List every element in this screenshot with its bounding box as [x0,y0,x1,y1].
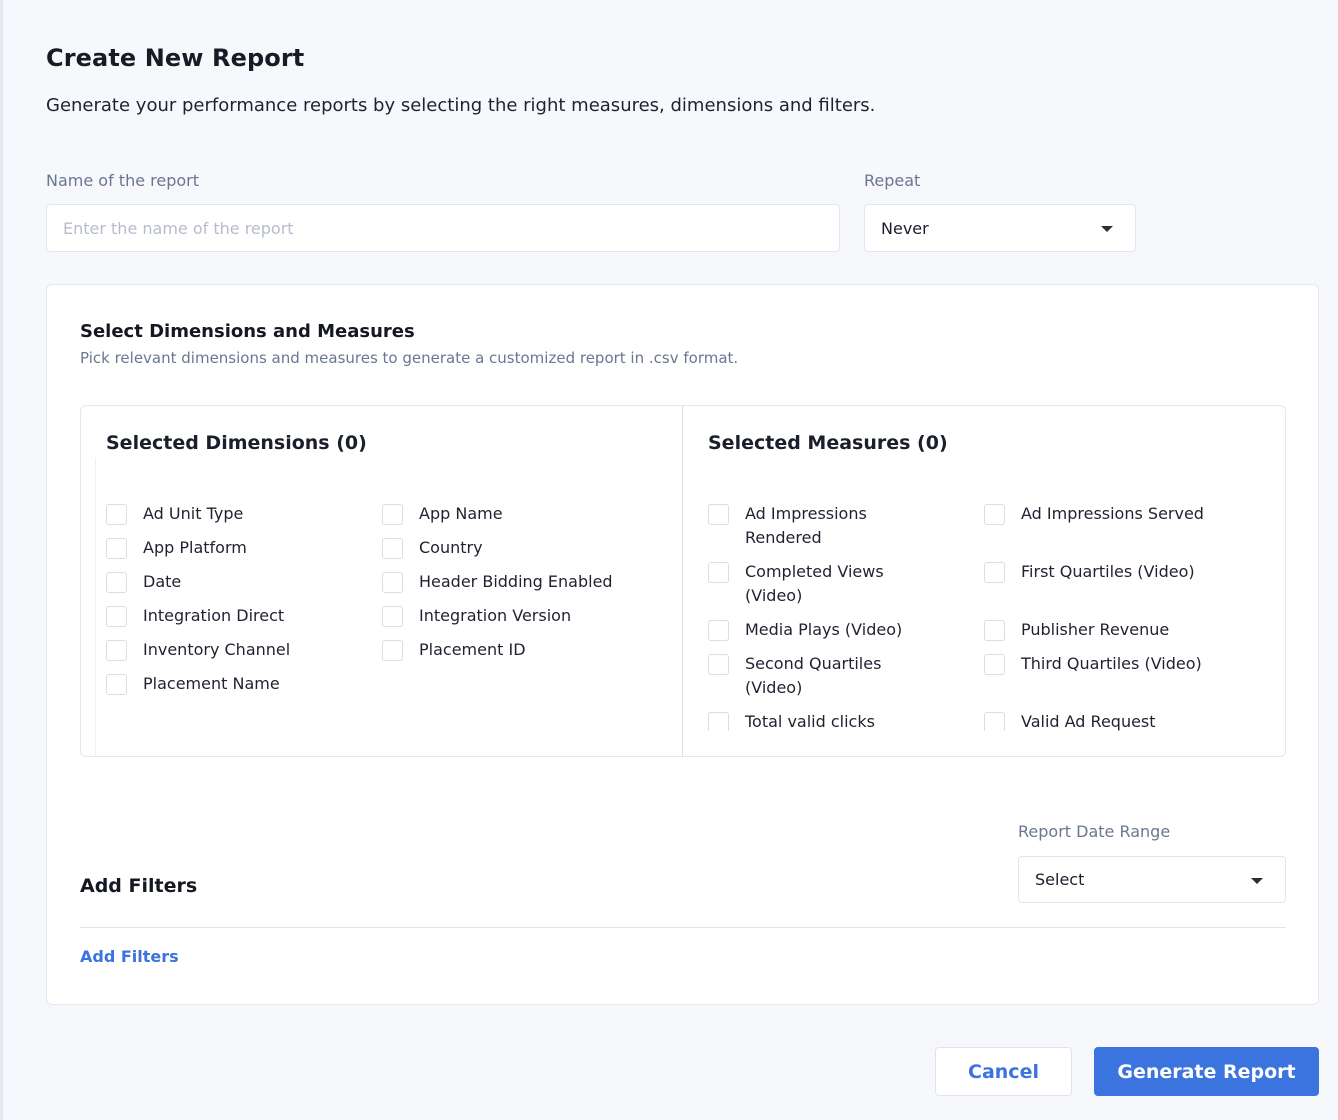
dimension-option[interactable]: Header Bidding Enabled [382,572,613,594]
chevron-down-icon [1251,878,1263,884]
dimension-option[interactable]: App Name [382,504,503,526]
filters-title: Add Filters [80,875,198,897]
selection-panel: Selected Dimensions (0) Ad Unit Type App… [80,405,1286,757]
option-label: Valid Ad Request [1021,712,1156,731]
dimension-option[interactable]: Inventory Channel [106,640,290,662]
option-label: Ad Unit Type [143,504,244,523]
chevron-down-icon [1101,226,1113,232]
report-name-label: Name of the report [46,171,200,190]
checkbox[interactable] [984,712,1005,731]
page-subtitle: Generate your performance reports by sel… [46,95,876,116]
option-label: Header Bidding Enabled [419,572,613,591]
checkbox[interactable] [984,654,1005,675]
repeat-label: Repeat [864,171,921,190]
option-label: Third Quartiles (Video) [1021,654,1202,673]
option-label: Date [143,572,182,591]
dimension-option[interactable]: Integration Direct [106,606,284,628]
option-label: Ad Impressions Served [1021,504,1204,523]
option-label: Country [419,538,483,557]
option-label: Completed Views (Video) [745,562,884,605]
date-range-label: Report Date Range [1018,822,1171,841]
checkbox[interactable] [382,538,403,559]
checkbox[interactable] [708,654,729,675]
checkbox[interactable] [382,606,403,627]
option-label: Placement ID [419,640,526,659]
checkbox[interactable] [106,674,127,695]
measures-title: Selected Measures (0) [708,432,948,454]
option-label: App Name [419,504,503,523]
option-label: Second Quartiles (Video) [745,654,882,697]
add-filters-link[interactable]: Add Filters [80,947,179,966]
dimensions-title: Selected Dimensions (0) [106,432,367,454]
option-label: Total valid clicks [745,712,875,731]
option-label: Integration Direct [143,606,285,625]
cancel-button[interactable]: Cancel [935,1047,1072,1096]
checkbox[interactable] [984,562,1005,583]
option-label: App Platform [143,538,247,557]
measure-option[interactable]: Third Quartiles (Video) [984,654,1202,676]
measure-option[interactable]: Ad Impressions Served [984,504,1204,526]
checkbox[interactable] [106,640,127,661]
repeat-select[interactable]: Never [864,204,1136,252]
card-subtitle: Pick relevant dimensions and measures to… [80,349,739,367]
page-title: Create New Report [46,44,305,72]
checkbox[interactable] [708,712,729,731]
checkbox[interactable] [708,620,729,641]
measure-option[interactable]: Valid Ad Request [984,712,1156,734]
option-label: First Quartiles (Video) [1021,562,1195,581]
checkbox[interactable] [106,606,127,627]
measure-option[interactable]: Media Plays (Video) [708,620,938,642]
repeat-select-value: Never [881,218,929,238]
option-label: Inventory Channel [143,640,291,659]
filters-divider [80,927,1286,928]
checkbox[interactable] [708,504,729,525]
option-label: Publisher Revenue [1021,620,1170,639]
dimension-option[interactable]: Country [382,538,483,560]
checkbox[interactable] [382,640,403,661]
card-title: Select Dimensions and Measures [80,321,415,342]
panel-inner-line [95,458,96,756]
date-range-select[interactable]: Select [1018,856,1286,903]
report-name-input[interactable] [46,204,840,252]
checkbox[interactable] [984,620,1005,641]
checkbox[interactable] [382,504,403,525]
panel-divider [682,406,683,756]
checkbox[interactable] [984,504,1005,525]
option-label: Media Plays (Video) [745,620,903,639]
measure-option[interactable]: Second Quartiles (Video) [708,654,938,700]
option-label: Integration Version [419,606,572,625]
checkbox[interactable] [106,538,127,559]
dimension-option[interactable]: Date [106,572,181,594]
measure-option[interactable]: First Quartiles (Video) [984,562,1195,584]
checkbox[interactable] [106,572,127,593]
dimension-option[interactable]: Ad Unit Type [106,504,243,526]
measure-option[interactable]: Completed Views (Video) [708,562,938,608]
checkbox[interactable] [708,562,729,583]
dimension-option[interactable]: Integration Version [382,606,571,628]
measure-option[interactable]: Total valid clicks [708,712,938,734]
option-label: Placement Name [143,674,280,693]
checkbox[interactable] [382,572,403,593]
measure-option[interactable]: Ad Impressions Rendered [708,504,938,550]
generate-report-button[interactable]: Generate Report [1094,1047,1319,1096]
dimension-option[interactable]: App Platform [106,538,247,560]
checkbox[interactable] [106,504,127,525]
date-range-select-value: Select [1035,870,1085,889]
dimensions-measures-card: Select Dimensions and Measures Pick rele… [46,284,1319,1005]
page-left-edge [0,0,3,1120]
dimension-option[interactable]: Placement Name [106,674,280,696]
option-label: Ad Impressions Rendered [745,504,867,547]
measure-option[interactable]: Publisher Revenue [984,620,1169,642]
dimension-option[interactable]: Placement ID [382,640,526,662]
